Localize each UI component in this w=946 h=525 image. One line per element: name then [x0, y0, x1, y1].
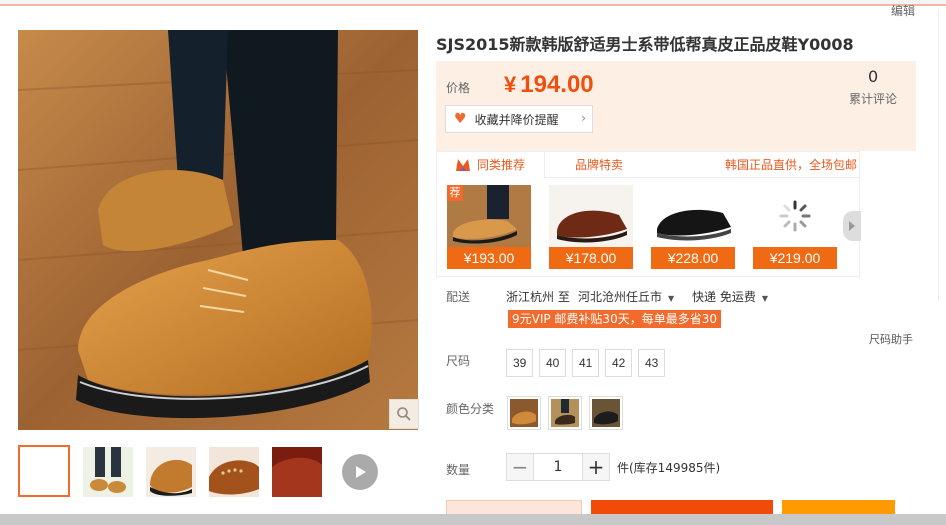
zoom-button[interactable] [389, 399, 419, 429]
size-option-42[interactable]: 42 [605, 349, 633, 377]
arrow-right-icon [849, 221, 855, 231]
top-border [0, 0, 946, 6]
color-option-2[interactable] [548, 396, 582, 430]
reco-item-2[interactable]: ¥178.00 [549, 185, 633, 269]
thumbnail-2[interactable] [83, 447, 133, 497]
price-box: 价格 ¥194.00 0 累计评论 ♥ 收藏并降价提醒 › [436, 61, 916, 151]
ship-to-select[interactable]: 河北沧州任丘市 ▼ [578, 288, 674, 305]
quantity-input[interactable]: 1 [534, 453, 582, 481]
shipping-label: 配送 [446, 290, 471, 304]
thumbnail-2-image [83, 447, 133, 497]
chevron-right-icon: › [581, 111, 586, 125]
thumbnail-5-image [272, 447, 322, 497]
thumbnail-3[interactable] [146, 447, 196, 497]
thumbnail-1[interactable] [18, 445, 70, 497]
quantity-decrease-button[interactable]: − [506, 453, 534, 481]
tab-similar[interactable]: 同类推荐 [437, 152, 545, 178]
reco-item-1-price: ¥193.00 [447, 247, 531, 269]
recommend-tabs: 同类推荐 品牌特卖 韩国正品直供，全场包邮 [437, 152, 861, 178]
review-label[interactable]: 累计评论 [849, 90, 897, 107]
loading-spinner-icon [779, 200, 811, 232]
ship-to-value: 河北沧州任丘市 [578, 290, 663, 304]
size-label: 尺码 [446, 354, 471, 368]
favorite-price-alert-button[interactable]: ♥ 收藏并降价提醒 › [445, 105, 593, 133]
color-option-1[interactable] [507, 396, 541, 430]
shoe-photo [18, 30, 418, 430]
quantity-label: 数量 [446, 463, 471, 477]
thumbnail-4-image [209, 447, 259, 497]
price-amount: 194.00 [520, 71, 594, 98]
tab-similar-label: 同类推荐 [477, 158, 526, 172]
color-label: 颜色分类 [446, 402, 495, 416]
reco-next-button[interactable] [843, 211, 861, 241]
play-icon [356, 466, 366, 478]
bottom-bar [0, 514, 946, 525]
ship-method-select[interactable]: 快递 免运费 ▼ [692, 288, 768, 305]
color-option-2-image [551, 399, 579, 427]
side-scroll-region [938, 10, 946, 300]
reco-item-4[interactable]: ¥219.00 [753, 185, 837, 269]
recommend-panel: 同类推荐 品牌特卖 韩国正品直供，全场包邮 荐 ¥193.00 ¥178.00 [436, 151, 861, 277]
review-count[interactable]: 0 [868, 67, 878, 86]
dropdown-triangle-icon: ▼ [761, 294, 768, 303]
reco-item-1[interactable]: 荐 ¥193.00 [447, 185, 531, 269]
currency-symbol: ¥ [504, 72, 517, 97]
magnifier-icon [397, 407, 411, 421]
reco-item-2-image [549, 185, 633, 247]
quantity-increase-button[interactable]: + [582, 453, 610, 481]
tab-brand-sale[interactable]: 品牌特卖 [575, 152, 623, 178]
reco-item-2-price: ¥178.00 [549, 247, 633, 269]
favorite-label: 收藏并降价提醒 [474, 112, 559, 127]
size-option-41[interactable]: 41 [572, 349, 600, 377]
reco-slogan: 韩国正品直供，全场包邮 [725, 158, 858, 172]
price-value: ¥194.00 [504, 71, 594, 99]
edit-link[interactable]: 编辑 [891, 2, 915, 19]
dropdown-triangle-icon: ▼ [668, 294, 675, 303]
size-option-43[interactable]: 43 [638, 349, 666, 377]
ship-method-value: 快递 免运费 [692, 290, 756, 304]
reco-item-3-image [651, 185, 735, 247]
color-option-1-image [510, 399, 538, 427]
main-product-image[interactable] [18, 30, 418, 430]
thumbnail-3-image [146, 447, 196, 497]
ship-from: 浙江杭州 至 [506, 290, 570, 304]
color-option-3[interactable] [589, 396, 623, 430]
thumbnail-5[interactable] [272, 447, 322, 497]
vip-shipping-banner[interactable]: 9元VIP 邮费补贴30天，每单最多省30 [508, 310, 721, 328]
product-title: SJS2015新款韩版舒适男士系带低帮真皮正品皮鞋Y0008 [436, 35, 854, 54]
reco-item-3-price: ¥228.00 [651, 247, 735, 269]
heart-icon: ♥ [454, 111, 467, 127]
reco-item-3[interactable]: ¥228.00 [651, 185, 735, 269]
size-option-39[interactable]: 39 [506, 349, 534, 377]
recommend-badge: 荐 [447, 185, 463, 201]
size-help-link[interactable]: 尺码助手 [869, 331, 913, 347]
stock-info: 件(库存149985件) [617, 461, 721, 475]
price-label: 价格 [446, 81, 471, 95]
m-logo-icon [456, 159, 470, 171]
reco-item-4-price: ¥219.00 [753, 247, 837, 269]
color-option-3-image [592, 399, 620, 427]
size-option-40[interactable]: 40 [539, 349, 567, 377]
thumbnail-4[interactable] [209, 447, 259, 497]
next-thumbnails-button[interactable] [342, 454, 378, 490]
